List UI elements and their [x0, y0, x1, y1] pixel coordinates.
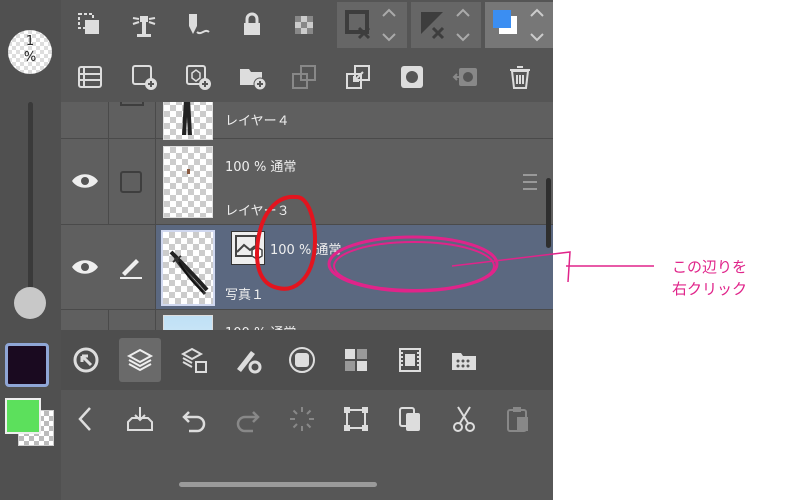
transform-icon[interactable]	[339, 402, 373, 436]
brush-size-slider-track[interactable]	[28, 102, 33, 302]
layer-opacity-blend: 100 % 通常	[225, 160, 297, 175]
layer-lock-toggle[interactable]	[108, 138, 156, 224]
brush-size-value: 1	[25, 34, 35, 49]
new-vector-layer-icon[interactable]	[181, 60, 215, 94]
eye-icon	[72, 174, 98, 188]
home-indicator	[179, 482, 377, 487]
palette-bar	[61, 330, 553, 390]
image-material-icon	[231, 231, 265, 265]
back-icon[interactable]	[69, 402, 103, 436]
layer-palette-tab-active[interactable]	[119, 338, 161, 382]
layer-menu-icon[interactable]	[73, 60, 107, 94]
main-color-swatch[interactable]	[5, 343, 49, 387]
loading-spinner-icon	[285, 402, 319, 436]
transfer-down-icon[interactable]	[287, 60, 321, 94]
tool-property-icon[interactable]	[231, 343, 265, 377]
layer-clip-icon[interactable]	[73, 8, 107, 42]
checkbox-icon	[120, 171, 142, 193]
cut-icon[interactable]	[447, 402, 481, 436]
reference-layer-icon[interactable]	[127, 8, 161, 42]
layer-visibility-toggle[interactable]	[61, 225, 109, 309]
app-window: 1 % レイヤー４ 100 % 通常 レイヤー３ 100 % 通常 写真１	[0, 0, 553, 500]
ruler-dropdown[interactable]	[411, 2, 481, 48]
layer-name: 写真１	[225, 288, 265, 303]
layer-list-scrollbar[interactable]	[546, 178, 551, 248]
sub-tool-icon[interactable]	[285, 343, 319, 377]
navigator-icon[interactable]	[69, 343, 103, 377]
delete-layer-icon[interactable]	[503, 60, 537, 94]
save-icon[interactable]	[123, 402, 157, 436]
create-mask-icon[interactable]	[395, 60, 429, 94]
left-panel: 1 %	[0, 0, 61, 500]
new-folder-icon[interactable]	[235, 60, 269, 94]
mask-dropdown[interactable]	[337, 2, 407, 48]
layer-action-toolbar	[61, 52, 553, 102]
layer-visibility-toggle[interactable]	[61, 310, 109, 330]
pen-icon	[120, 259, 142, 279]
color-set-icon[interactable]	[339, 343, 373, 377]
eye-icon	[72, 260, 98, 274]
undo-icon[interactable]	[177, 402, 211, 436]
lock-transparency-icon[interactable]	[287, 8, 321, 42]
paste-icon[interactable]	[501, 402, 535, 436]
sub-color-swatch[interactable]	[5, 398, 41, 434]
draft-layer-icon[interactable]	[181, 8, 215, 42]
layer-thumbnail	[163, 102, 213, 140]
layer-name: レイヤー３	[225, 204, 290, 219]
annotation-line-1: この辺りを	[672, 258, 748, 276]
command-bar	[61, 390, 553, 500]
copy-icon[interactable]	[393, 402, 427, 436]
layer-row-3[interactable]: 100 % 通常 レイヤー３	[61, 138, 553, 225]
brush-size-indicator[interactable]: 1 %	[8, 30, 52, 74]
apply-mask-icon[interactable]	[449, 60, 483, 94]
brush-size-slider-handle[interactable]	[14, 287, 46, 319]
lock-layer-icon[interactable]	[235, 8, 269, 42]
layer-thumbnail	[163, 315, 213, 330]
redo-icon[interactable]	[231, 402, 265, 436]
layer-lock-toggle[interactable]	[108, 310, 156, 330]
brush-size-unit: %	[23, 50, 37, 65]
layer-row-photo-selected[interactable]: 100 % 通常 写真１	[61, 225, 553, 310]
layer-thumbnail	[161, 230, 215, 306]
layer-opacity-blend: 100 % 通常	[225, 322, 296, 330]
layer-name: レイヤー４	[225, 114, 290, 129]
new-raster-layer-icon[interactable]	[127, 60, 161, 94]
annotation-line-2: 右クリック	[672, 280, 748, 298]
layer-lock-toggle[interactable]	[108, 102, 156, 138]
layers-icon	[126, 348, 154, 372]
layer-edit-indicator[interactable]	[108, 225, 156, 309]
annotation-note: この辺りを 右クリック	[672, 256, 747, 300]
layer-property-toolbar	[61, 0, 553, 52]
layer-property-icon[interactable]	[177, 343, 211, 377]
material-icon[interactable]	[447, 343, 481, 377]
timeline-icon[interactable]	[393, 343, 427, 377]
layer-visibility-toggle[interactable]	[61, 102, 109, 138]
layer-row-partial[interactable]: 100 % 通常	[61, 310, 553, 330]
layer-thumbnail	[163, 146, 213, 218]
layer-opacity-blend: 100 % 通常	[270, 243, 342, 258]
layer-color-dropdown[interactable]	[485, 2, 553, 48]
drag-handle-icon[interactable]	[523, 174, 537, 190]
layer-row-4[interactable]: レイヤー４	[61, 102, 553, 140]
layer-visibility-toggle[interactable]	[61, 138, 109, 224]
layer-list: レイヤー４ 100 % 通常 レイヤー３ 100 % 通常 写真１	[61, 102, 553, 330]
merge-down-icon[interactable]	[341, 60, 375, 94]
